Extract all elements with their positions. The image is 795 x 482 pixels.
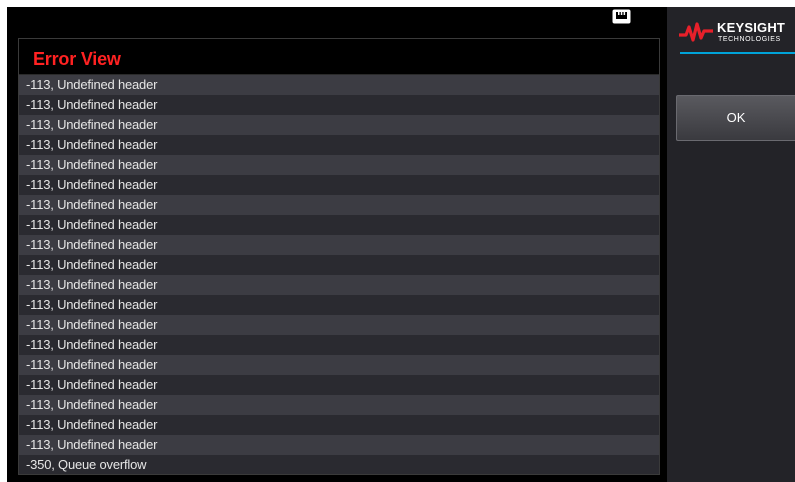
lan-icon — [612, 9, 631, 24]
error-entry[interactable]: -113, Undefined header — [19, 235, 659, 255]
ok-button[interactable]: OK — [676, 95, 795, 141]
error-entry[interactable]: -113, Undefined header — [19, 295, 659, 315]
error-entry[interactable]: -113, Undefined header — [19, 335, 659, 355]
error-entry[interactable]: -113, Undefined header — [19, 155, 659, 175]
error-entry[interactable]: -113, Undefined header — [19, 195, 659, 215]
error-entry[interactable]: -113, Undefined header — [19, 415, 659, 435]
softkey-panel: KEYSIGHT TECHNOLOGIES OK — [667, 7, 795, 482]
brand-divider — [680, 52, 795, 54]
error-entry[interactable]: -113, Undefined header — [19, 95, 659, 115]
error-view-panel: Error View -113, Undefined header -113, U… — [18, 38, 660, 475]
error-entry[interactable]: -113, Undefined header — [19, 135, 659, 155]
error-entry[interactable]: -113, Undefined header — [19, 315, 659, 335]
panel-header: Error View — [19, 39, 659, 75]
error-entry[interactable]: -113, Undefined header — [19, 375, 659, 395]
keysight-logo: KEYSIGHT TECHNOLOGIES — [679, 17, 795, 47]
error-entry[interactable]: -113, Undefined header — [19, 435, 659, 455]
brand-subtitle: TECHNOLOGIES — [718, 36, 781, 43]
error-entry[interactable]: -113, Undefined header — [19, 395, 659, 415]
error-entry[interactable]: -350, Queue overflow — [19, 455, 659, 474]
error-entry[interactable]: -113, Undefined header — [19, 175, 659, 195]
instrument-screen: Error View -113, Undefined header -113, U… — [7, 7, 795, 482]
panel-title: Error View — [33, 49, 121, 69]
error-list[interactable]: -113, Undefined header -113, Undefined he… — [19, 75, 659, 474]
error-entry[interactable]: -113, Undefined header — [19, 275, 659, 295]
error-entry[interactable]: -113, Undefined header — [19, 255, 659, 275]
brand-name: KEYSIGHT — [717, 20, 786, 35]
keysight-wave-icon — [679, 22, 713, 42]
error-entry[interactable]: -113, Undefined header — [19, 355, 659, 375]
status-bar — [7, 7, 667, 37]
error-entry[interactable]: -113, Undefined header — [19, 75, 659, 95]
error-entry[interactable]: -113, Undefined header — [19, 115, 659, 135]
error-entry[interactable]: -113, Undefined header — [19, 215, 659, 235]
